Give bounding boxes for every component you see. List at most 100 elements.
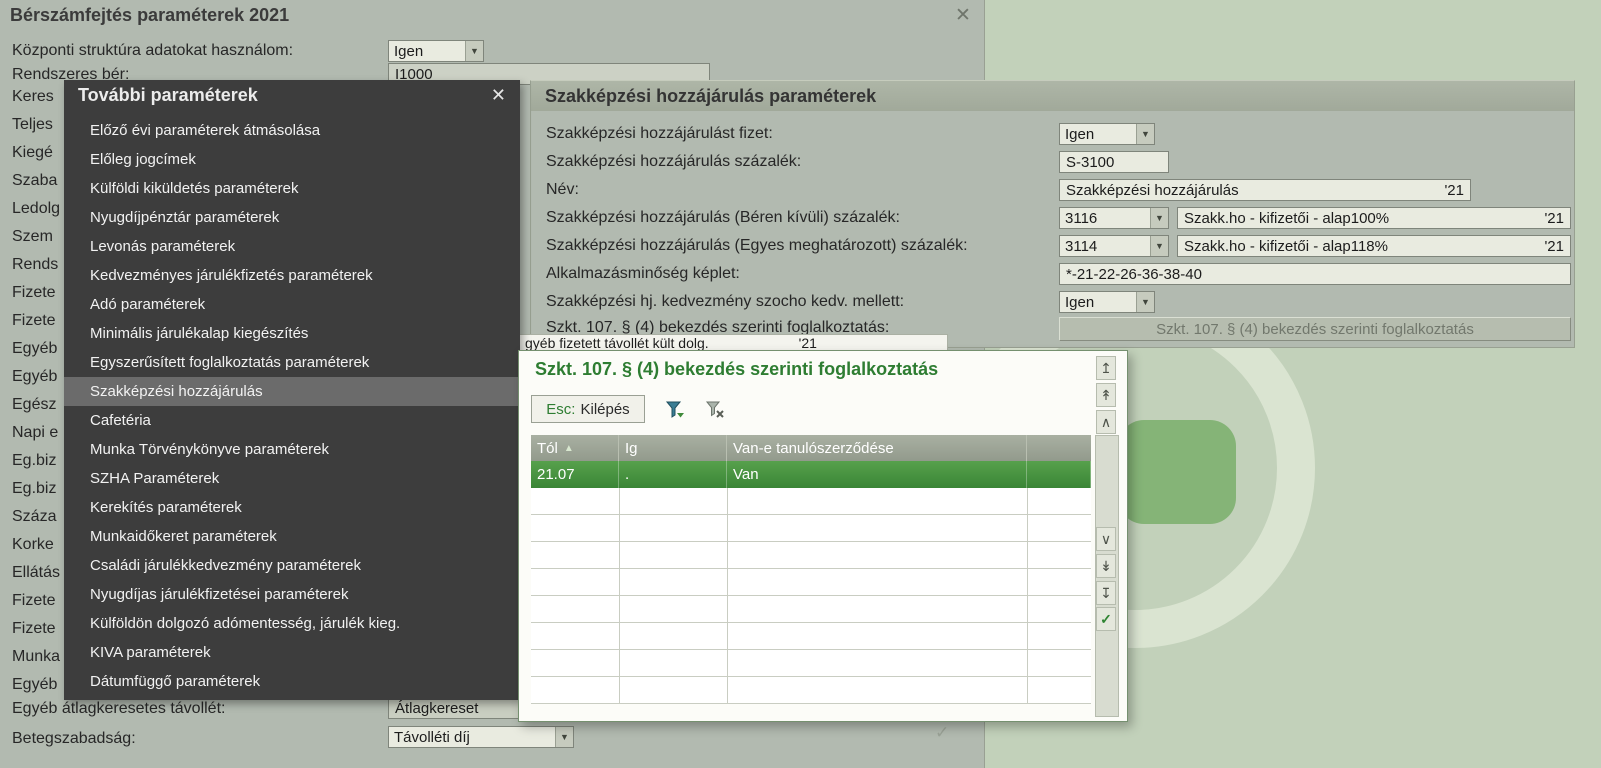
- menu-item[interactable]: SZHA Paraméterek: [64, 464, 520, 493]
- szkt-button[interactable]: Szkt. 107. § (4) bekezdés szerinti fogla…: [1059, 317, 1571, 341]
- page-down-icon[interactable]: ↡: [1096, 554, 1116, 578]
- form-label-fragment: Egész: [12, 396, 56, 414]
- chevron-down-icon: ▼: [555, 727, 573, 747]
- atlag-tavollet-label: Egyéb átlagkeresetes távollét:: [12, 700, 225, 718]
- keplet-value: *-21-22-26-36-38-40: [1066, 266, 1202, 283]
- form-label-fragment: Kiegé: [12, 144, 53, 162]
- keplet-label: Alkalmazásminőség képlet:: [546, 265, 740, 283]
- nev-field[interactable]: Szakképzési hozzájárulás '21: [1059, 179, 1471, 201]
- kozponti-label: Központi struktúra adatokat használom:: [12, 42, 293, 60]
- header-label: Ig: [625, 440, 638, 457]
- esc-button-label: Kilépés: [580, 401, 629, 418]
- logo-watermark: [1118, 420, 1236, 524]
- scroll-to-top-icon[interactable]: ↥: [1096, 356, 1116, 380]
- inactive-check-icon: ✓: [935, 723, 949, 743]
- fizet-select[interactable]: Igen ▼: [1059, 123, 1155, 145]
- scroll-to-bottom-icon[interactable]: ↧: [1096, 581, 1116, 605]
- kozponti-select[interactable]: Igen ▼: [388, 40, 484, 62]
- menu-item[interactable]: Kerekítés paraméterek: [64, 493, 520, 522]
- menu-item[interactable]: Adó paraméterek: [64, 290, 520, 319]
- menu-item[interactable]: Cafetéria: [64, 406, 520, 435]
- beren-kivuli-code-select[interactable]: 3116 ▼: [1059, 207, 1169, 229]
- form-label-fragment: Egyéb: [12, 676, 57, 694]
- menu-title: További paraméterek: [78, 85, 491, 106]
- menu-item[interactable]: Külföldön dolgozó adómentesség, járulék …: [64, 609, 520, 638]
- form-label-fragment: Eg.biz: [12, 452, 56, 470]
- clear-filter-icon[interactable]: [699, 397, 731, 423]
- header-label: Van-e tanulószerződése: [733, 440, 894, 457]
- esc-exit-button[interactable]: Esc: Kilépés: [531, 395, 645, 423]
- menu-item[interactable]: Levonás paraméterek: [64, 232, 520, 261]
- kozponti-value: Igen: [389, 43, 465, 60]
- confirm-check-icon[interactable]: ✓: [1096, 607, 1116, 631]
- empty-table-rows: [531, 488, 1091, 704]
- kedvezmeny-select[interactable]: Igen ▼: [1059, 291, 1155, 313]
- grid-line: [727, 488, 728, 703]
- beren-kivuli-field[interactable]: Szakk.ho - kifizetői - alap100% '21: [1177, 207, 1571, 229]
- menu-item[interactable]: Szakképzési hozzájárulás: [64, 377, 520, 406]
- beren-kivuli-code: 3116: [1060, 210, 1150, 227]
- beren-kivuli-value: Szakk.ho - kifizetői - alap100%: [1184, 210, 1389, 227]
- cell-ig: .: [619, 461, 727, 488]
- menu-header: További paraméterek ✕: [64, 80, 520, 110]
- menu-item[interactable]: Minimális járulékalap kiegészítés: [64, 319, 520, 348]
- menu-item[interactable]: KIVA paraméterek: [64, 638, 520, 667]
- kedvezmeny-label: Szakképzési hj. kedvezmény szocho kedv. …: [546, 293, 904, 311]
- menu-item[interactable]: Munkaidőkeret paraméterek: [64, 522, 520, 551]
- egyes-meghatarozott-field[interactable]: Szakk.ho - kifizetői - alap118% '21: [1177, 235, 1571, 257]
- menu-item[interactable]: Nyugdíjas járulékfizetései paraméterek: [64, 580, 520, 609]
- menu-item[interactable]: Nyugdíjpénztár paraméterek: [64, 203, 520, 232]
- keplet-field[interactable]: *-21-22-26-36-38-40: [1059, 263, 1571, 285]
- column-header-empty: [1027, 435, 1091, 461]
- page-up-icon[interactable]: ↟: [1096, 383, 1116, 407]
- cell-empty: [1027, 461, 1091, 488]
- chevron-down-icon: ▼: [1136, 292, 1154, 312]
- cell-tol: 21.07: [531, 461, 619, 488]
- row-up-icon[interactable]: ∧: [1096, 410, 1116, 434]
- close-icon[interactable]: ✕: [955, 4, 971, 27]
- form-label-fragment: Napi e: [12, 424, 58, 442]
- menu-item[interactable]: Kedvezményes járulékfizetés paraméterek: [64, 261, 520, 290]
- szazalek-field[interactable]: S-3100: [1059, 151, 1169, 173]
- form-label-fragment: Egyéb: [12, 368, 57, 386]
- menu-item[interactable]: Előleg jogcímek: [64, 145, 520, 174]
- table-row[interactable]: 21.07 . Van: [531, 461, 1091, 488]
- form-label-fragment: Fizete: [12, 620, 56, 638]
- szazalek-label: Szakképzési hozzájárulás százalék:: [546, 153, 801, 171]
- beren-kivuli-year: '21: [1536, 210, 1564, 227]
- row-down-icon[interactable]: ∨: [1096, 527, 1116, 551]
- menu-items: Előző évi paraméterek átmásolásaElőleg j…: [64, 110, 520, 696]
- chevron-down-icon: ▼: [1150, 208, 1168, 228]
- szkt-dialog: Szkt. 107. § (4) bekezdés szerinti fogla…: [518, 350, 1128, 722]
- form-label-fragment: Keres: [12, 88, 54, 106]
- panel-title: Szakképzési hozzájárulás paraméterek: [545, 86, 876, 107]
- betegszabadsag-label: Betegszabadság:: [12, 730, 136, 748]
- szakkepzesi-panel: Szakképzési hozzájárulás paraméterek Sza…: [530, 80, 1575, 348]
- form-label-fragment: Teljes: [12, 116, 53, 134]
- column-header-tanuloszerzodes[interactable]: Van-e tanulószerződése: [727, 435, 1027, 461]
- form-label-fragment: Ellátás: [12, 564, 60, 582]
- form-label-fragment: Korke: [12, 536, 54, 554]
- nev-value: Szakképzési hozzájárulás: [1066, 182, 1239, 199]
- close-icon[interactable]: ✕: [491, 85, 506, 106]
- filter-icon[interactable]: [659, 397, 691, 423]
- menu-item[interactable]: Külföldi kiküldetés paraméterek: [64, 174, 520, 203]
- betegszabadsag-select[interactable]: Távolléti díj ▼: [388, 726, 574, 748]
- column-header-tol[interactable]: Tól ▲: [531, 435, 619, 461]
- egyes-meghatarozott-code-select[interactable]: 3114 ▼: [1059, 235, 1169, 257]
- chevron-down-icon: ▼: [465, 41, 483, 61]
- betegszabadsag-value: Távolléti díj: [389, 729, 555, 746]
- form-label-fragment: Szaba: [12, 172, 57, 190]
- panel-header: Szakképzési hozzájárulás paraméterek: [531, 81, 1574, 111]
- menu-item[interactable]: Családi járulékkedvezmény paraméterek: [64, 551, 520, 580]
- form-label-fragment: Fizete: [12, 312, 56, 330]
- chevron-down-icon: ▼: [1136, 124, 1154, 144]
- menu-item[interactable]: Egyszerűsített foglalkoztatás paramétere…: [64, 348, 520, 377]
- menu-item[interactable]: Dátumfüggő paraméterek: [64, 667, 520, 696]
- menu-item[interactable]: Munka Törvénykönyve paraméterek: [64, 435, 520, 464]
- column-header-ig[interactable]: Ig: [619, 435, 727, 461]
- form-label-fragment: Fizete: [12, 284, 56, 302]
- chevron-down-icon: ▼: [1150, 236, 1168, 256]
- form-label-fragment: Szem: [12, 228, 53, 246]
- menu-item[interactable]: Előző évi paraméterek átmásolása: [64, 116, 520, 145]
